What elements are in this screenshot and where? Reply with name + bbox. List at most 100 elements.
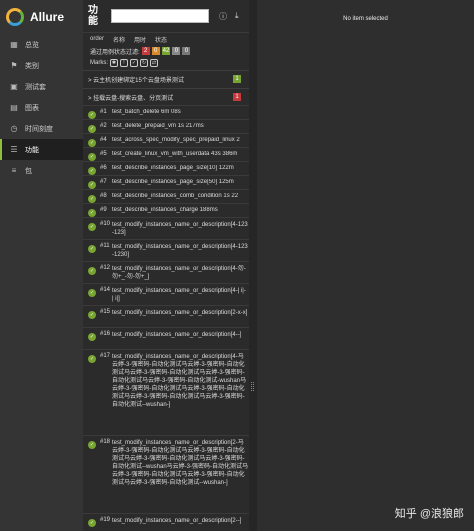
test-name: test_describe_instances_page_size[50] 12… <box>112 179 234 185</box>
filter-passed[interactable]: 42 <box>161 47 171 55</box>
passed-status-icon: ✓ <box>88 153 96 161</box>
test-name: test_modify_instances_name_or_descriptio… <box>112 266 246 280</box>
tree-group[interactable]: > 挂载云盘-搜索云盘、分页测试 1 <box>83 88 249 105</box>
sidebar-item-categories[interactable]: ⚑ 类别 <box>0 55 83 76</box>
group-name: > 挂载云盘-搜索云盘、分页测试 <box>88 95 174 102</box>
test-row[interactable]: ✓ #14 test_modify_instances_name_or_descri… <box>83 283 249 305</box>
passed-status-icon: ✓ <box>88 195 96 203</box>
test-order: #7 <box>100 179 107 185</box>
briefcase-icon: ▣ <box>10 82 18 91</box>
column-order[interactable]: order <box>90 36 104 42</box>
download-icon[interactable]: ⤓ <box>235 11 239 21</box>
search-input[interactable] <box>111 9 209 23</box>
test-name: test_modify_instances_name_or_descriptio… <box>112 332 242 338</box>
test-row[interactable]: ✓ #2 test_delete_prepaid_vm 1s 217ms <box>83 119 249 133</box>
test-order: #8 <box>100 193 107 199</box>
filter-skipped[interactable]: 0 <box>172 47 181 55</box>
test-order: #14 <box>100 287 111 293</box>
flaky-mark-icon[interactable]: ✱ <box>110 59 118 67</box>
test-order: #4 <box>100 137 107 143</box>
sidebar-item-behaviors[interactable]: ☰ 功能 <box>0 139 83 160</box>
test-order: #1 <box>100 109 107 115</box>
filter-unknown[interactable]: 0 <box>182 47 191 55</box>
test-name: test_batch_delete 6m 08s <box>112 109 181 115</box>
logo[interactable]: Allure <box>0 0 83 34</box>
test-row[interactable]: ✓ #1 test_batch_delete 6m 08s <box>83 105 249 119</box>
passed-status-icon: ✓ <box>88 519 96 527</box>
watermark: 知乎 @浪狼郎 <box>394 508 464 520</box>
test-row[interactable]: ✓ #12 test_modify_instances_name_or_descri… <box>83 261 249 283</box>
test-order: #11 <box>100 243 110 249</box>
passed-status-icon: ✓ <box>88 311 96 319</box>
app-name: Allure <box>30 10 65 24</box>
test-row[interactable]: ✓ #17 test_modify_instances_name_or_descri… <box>83 349 249 435</box>
test-row[interactable]: ✓ #8 test_describe_instances_comb_conditio… <box>83 189 249 203</box>
test-order: #16 <box>100 331 111 337</box>
test-name: test_create_linux_vm_with_userdata 43s 3… <box>112 151 238 157</box>
test-order: #10 <box>100 221 111 227</box>
sidebar-item-suites[interactable]: ▣ 测试套 <box>0 76 83 97</box>
test-order: #15 <box>100 309 111 315</box>
test-row[interactable]: ✓ #18 test_modify_instances_name_or_descri… <box>83 435 249 513</box>
passed-status-icon: ✓ <box>88 441 96 449</box>
test-name: test_describe_instances_charge 188ms <box>112 207 218 213</box>
test-row[interactable]: ✓ #6 test_describe_instances_page_size[10]… <box>83 161 249 175</box>
passed-status-icon: ✓ <box>88 209 96 217</box>
detail-pane: No item selected 知乎 @浪狼郎 <box>257 0 474 531</box>
drag-handle[interactable] <box>251 382 254 391</box>
test-row[interactable]: ✓ #15 test_modify_instances_name_or_descri… <box>83 305 249 327</box>
group-count: 1 <box>233 93 241 101</box>
sidebar-item-label: 图表 <box>25 104 39 112</box>
passed-status-icon: ✓ <box>88 333 96 341</box>
test-order: #9 <box>100 207 107 213</box>
passed-status-icon: ✓ <box>88 245 96 253</box>
passed-status-icon: ✓ <box>88 139 96 147</box>
test-row[interactable]: ✓ #7 test_describe_instances_page_size[50]… <box>83 175 249 189</box>
new-broken-mark-icon[interactable]: ↻ <box>140 59 148 67</box>
sidebar-item-graphs[interactable]: ▤ 图表 <box>0 97 83 118</box>
sidebar-item-overview[interactable]: ▦ 总览 <box>0 34 83 55</box>
sidebar-item-label: 时间刻度 <box>25 125 53 133</box>
panel-title: 功能 <box>88 5 98 27</box>
test-row[interactable]: ✓ #19 test_modify_instances_name_or_descri… <box>83 513 249 531</box>
chart-icon: ▤ <box>10 103 18 112</box>
filter-failed[interactable]: 2 <box>141 47 150 55</box>
test-name: test_delete_prepaid_vm 1s 217ms <box>112 123 204 129</box>
flag-icon: ⚑ <box>10 61 18 70</box>
test-name: test_modify_instances_name_or_descriptio… <box>112 288 246 302</box>
test-name: test_describe_instances_page_size[10] 12… <box>112 165 234 171</box>
status-filter: 通过用例状态过滤: 2 0 42 0 0 <box>83 45 249 57</box>
test-row[interactable]: ✓ #16 test_modify_instances_name_or_descri… <box>83 327 249 349</box>
retries-mark-icon[interactable]: ⇄ <box>150 59 158 67</box>
column-duration[interactable]: 用时 <box>134 35 146 44</box>
passed-status-icon: ✓ <box>88 167 96 175</box>
test-name: test_modify_instances_name_or_descriptio… <box>112 244 248 258</box>
test-row[interactable]: ✓ #9 test_describe_instances_charge 188ms <box>83 203 249 217</box>
test-row[interactable]: ✓ #5 test_create_linux_vm_with_userdata 43… <box>83 147 249 161</box>
test-row[interactable]: ✓ #4 test_across_spec_modify_spec_prepaid_… <box>83 133 249 147</box>
passed-status-icon: ✓ <box>88 289 96 297</box>
pane-splitter[interactable] <box>249 0 257 531</box>
marks-filter: Marks: ✱ ! ✓ ↻ ⇄ <box>83 57 249 69</box>
test-name: test_modify_instances_name_or_descriptio… <box>112 222 248 236</box>
test-name: test_describe_instances_comb_condition 1… <box>112 193 239 199</box>
column-name[interactable]: 名称 <box>113 35 125 44</box>
new-failed-mark-icon[interactable]: ! <box>120 59 128 67</box>
new-passed-mark-icon[interactable]: ✓ <box>130 59 138 67</box>
test-row[interactable]: ✓ #10 test_modify_instances_name_or_descri… <box>83 217 249 239</box>
filter-broken[interactable]: 0 <box>151 47 160 55</box>
clock-icon: ◷ <box>10 124 18 133</box>
info-icon[interactable]: ⓘ <box>219 11 227 22</box>
test-row[interactable]: ✓ #11 test_modify_instances_name_or_descri… <box>83 239 249 261</box>
tree-group[interactable]: > 云主机创建绑定15个云盘场景测试 1 <box>83 70 249 87</box>
column-status[interactable]: 状态 <box>155 35 167 44</box>
sidebar-item-packages[interactable]: ≡ 包 <box>0 160 83 181</box>
sidebar-item-label: 总览 <box>25 41 39 49</box>
list-icon: ☰ <box>10 145 18 154</box>
sidebar-item-timeline[interactable]: ◷ 时间刻度 <box>0 118 83 139</box>
panel-header: 功能 ⓘ ⤓ <box>83 0 249 33</box>
allure-report: Allure ▦ 总览 ⚑ 类别 ▣ 测试套 ▤ 图表 ◷ 时间刻度 ☰ 功能 … <box>0 0 474 531</box>
test-name: test_modify_instances_name_or_descriptio… <box>112 518 242 524</box>
test-order: #12 <box>100 265 111 271</box>
marks-label: Marks: <box>90 60 108 66</box>
